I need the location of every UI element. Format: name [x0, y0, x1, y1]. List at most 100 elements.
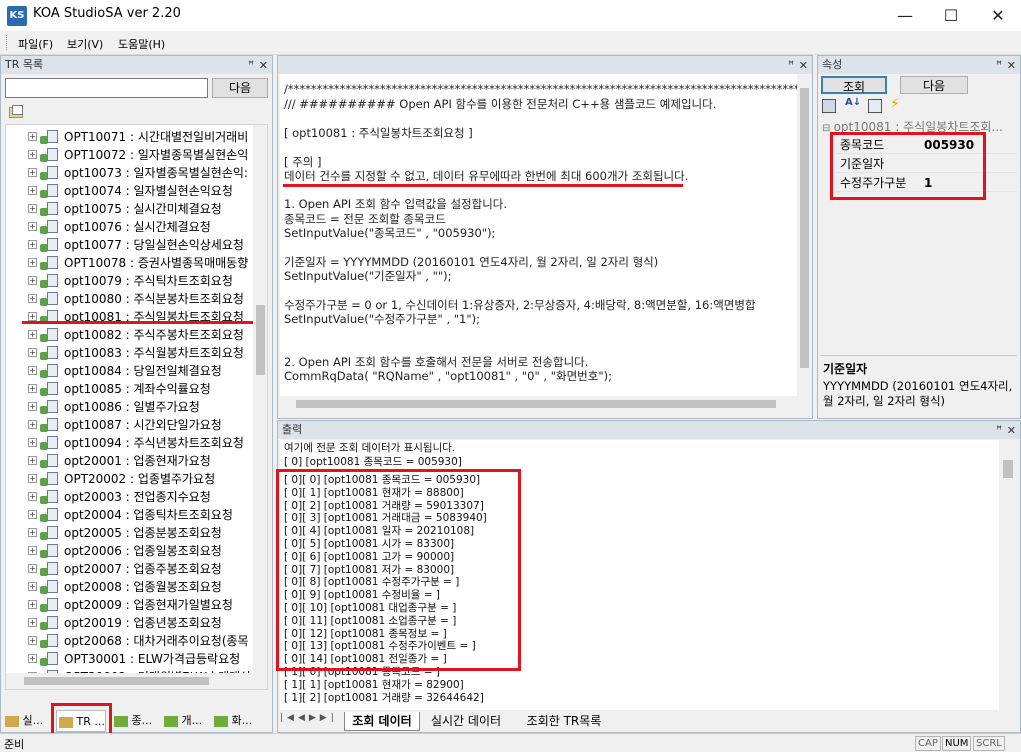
tr-document-icon: [40, 508, 60, 522]
output-line: 여기에 전문 조회 데이터가 표시됩니다.: [284, 442, 456, 454]
categorized-icon[interactable]: [822, 99, 836, 113]
tr-document-icon: [40, 364, 60, 378]
expand-icon[interactable]: +: [28, 402, 37, 411]
property-pages-icon[interactable]: [868, 99, 882, 113]
pin-icon[interactable]: ꟸ: [788, 57, 794, 74]
panel-close-icon[interactable]: ✕: [259, 57, 268, 74]
next-button[interactable]: 다음: [900, 76, 968, 94]
code-vscrollbar[interactable]: [797, 74, 812, 396]
folder-list-icon[interactable]: [8, 104, 26, 120]
tab-label: 개...: [181, 714, 203, 727]
expand-icon[interactable]: +: [28, 384, 37, 393]
tab-dev[interactable]: 개...: [164, 710, 209, 732]
annotation-box: [830, 132, 986, 200]
tr-document-icon: [40, 166, 60, 180]
hscroll-thumb[interactable]: [296, 400, 776, 408]
expand-icon[interactable]: +: [28, 168, 37, 177]
expand-icon[interactable]: +: [28, 456, 37, 465]
tr-panel-header: TR 목록 ꟸ ✕: [1, 56, 272, 74]
tree-item-label: opt20009 : 업종현재가일별요청: [64, 598, 233, 612]
tr-tree-hscrollbar[interactable]: [6, 673, 267, 689]
tr-search-input[interactable]: [5, 78, 208, 98]
expand-icon[interactable]: +: [28, 132, 37, 141]
code-line: /// ########## Open API 함수를 이용한 전문처리 C++…: [284, 97, 717, 112]
expand-icon[interactable]: +: [28, 510, 37, 519]
menu-help[interactable]: 도움말(H): [118, 36, 165, 52]
code-line: /***************************************…: [284, 82, 797, 96]
expand-icon[interactable]: +: [28, 258, 37, 267]
tab-realtime-data[interactable]: 실시간 데이터: [420, 712, 512, 731]
expand-icon[interactable]: +: [28, 330, 37, 339]
tr-document-icon: [40, 382, 60, 396]
pin-icon[interactable]: ꟸ: [996, 57, 1002, 74]
expand-icon[interactable]: +: [28, 474, 37, 483]
expand-icon[interactable]: +: [28, 294, 37, 303]
expand-icon[interactable]: +: [28, 276, 37, 285]
scroll-thumb[interactable]: [800, 88, 809, 368]
window-title: KOA StudioSA ver 2.20: [33, 6, 181, 21]
panel-close-icon[interactable]: ✕: [799, 57, 808, 74]
tree-item-label: opt10086 : 일별주가요청: [64, 400, 200, 414]
expand-icon[interactable]: +: [28, 546, 37, 555]
scroll-thumb[interactable]: [1003, 460, 1013, 478]
tr-document-icon: [40, 544, 60, 558]
tr-document-icon: [40, 130, 60, 144]
tree-item-label: opt20068 : 대차거래추이요청(종목: [64, 634, 249, 648]
expand-icon[interactable]: +: [28, 348, 37, 357]
expand-icon[interactable]: +: [28, 438, 37, 447]
menu-view[interactable]: 보기(V): [67, 36, 103, 52]
tab-nav-arrows[interactable]: |◀◀▶▶|: [280, 713, 340, 730]
tab-realtime[interactable]: 실...: [5, 710, 50, 732]
tree-item-label: opt20008 : 업종월봉조회요청: [64, 580, 222, 594]
expand-icon[interactable]: +: [28, 528, 37, 537]
tab-stocks[interactable]: 종...: [114, 710, 159, 732]
num-indicator: NUM: [942, 736, 972, 751]
tr-document-icon: [40, 238, 60, 252]
output-line: [ 1][ 2] [opt10081 거래량 = 32644642]: [284, 691, 484, 704]
expand-icon[interactable]: +: [28, 636, 37, 645]
tr-next-button[interactable]: 다음: [212, 78, 268, 98]
minimize-button[interactable]: —: [882, 0, 928, 31]
tr-document-icon: [40, 490, 60, 504]
tree-item-label: opt10087 : 시간외단일가요청: [64, 418, 222, 432]
expand-icon[interactable]: +: [28, 312, 37, 321]
events-icon[interactable]: ⚡: [890, 96, 900, 112]
expand-icon[interactable]: +: [28, 204, 37, 213]
hscroll-thumb[interactable]: [24, 677, 209, 685]
tab-screen[interactable]: 화...: [214, 710, 264, 732]
expand-icon[interactable]: +: [28, 564, 37, 573]
output-title: 출력: [282, 423, 303, 436]
expand-icon[interactable]: +: [28, 600, 37, 609]
code-view[interactable]: /***************************************…: [280, 74, 797, 396]
output-scrollbar[interactable]: [1000, 440, 1016, 710]
close-button[interactable]: ✕: [975, 0, 1021, 31]
sort-alpha-icon[interactable]: A↓: [845, 97, 861, 108]
panel-close-icon[interactable]: ✕: [1007, 422, 1016, 439]
expand-icon[interactable]: +: [28, 618, 37, 627]
pin-icon[interactable]: ꟸ: [248, 57, 254, 74]
menu-file[interactable]: 파일(F): [18, 36, 53, 52]
tab-label: 화...: [231, 714, 253, 727]
expand-icon[interactable]: +: [28, 150, 37, 159]
expand-icon[interactable]: +: [28, 366, 37, 375]
status-text: 준비: [4, 738, 25, 751]
expand-icon[interactable]: +: [28, 240, 37, 249]
output-line: [ 0] [opt10081 종목코드 = 005930]: [284, 456, 462, 468]
expand-icon[interactable]: +: [28, 582, 37, 591]
tr-tree-scrollbar[interactable]: [253, 125, 267, 673]
code-hscrollbar[interactable]: [280, 396, 797, 412]
pin-icon[interactable]: ꟸ: [996, 422, 1002, 439]
panel-close-icon[interactable]: ✕: [1007, 57, 1016, 74]
property-description: 기준일자 YYYYMMDD (20160101 연도4자리, 월 2자리, 일 …: [820, 355, 1018, 415]
tab-tr-history[interactable]: 조회한 TR목록: [516, 712, 612, 731]
maximize-button[interactable]: ☐: [928, 0, 974, 31]
search-button[interactable]: 조회: [821, 76, 887, 94]
expand-icon[interactable]: +: [28, 186, 37, 195]
scroll-thumb[interactable]: [256, 305, 265, 375]
expand-icon[interactable]: +: [28, 492, 37, 501]
expand-icon[interactable]: +: [28, 420, 37, 429]
tab-query-data[interactable]: 조회 데이터: [344, 712, 420, 731]
tree-item-label: opt10076 : 실시간체결요청: [64, 220, 211, 234]
expand-icon[interactable]: +: [28, 654, 37, 663]
expand-icon[interactable]: +: [28, 222, 37, 231]
